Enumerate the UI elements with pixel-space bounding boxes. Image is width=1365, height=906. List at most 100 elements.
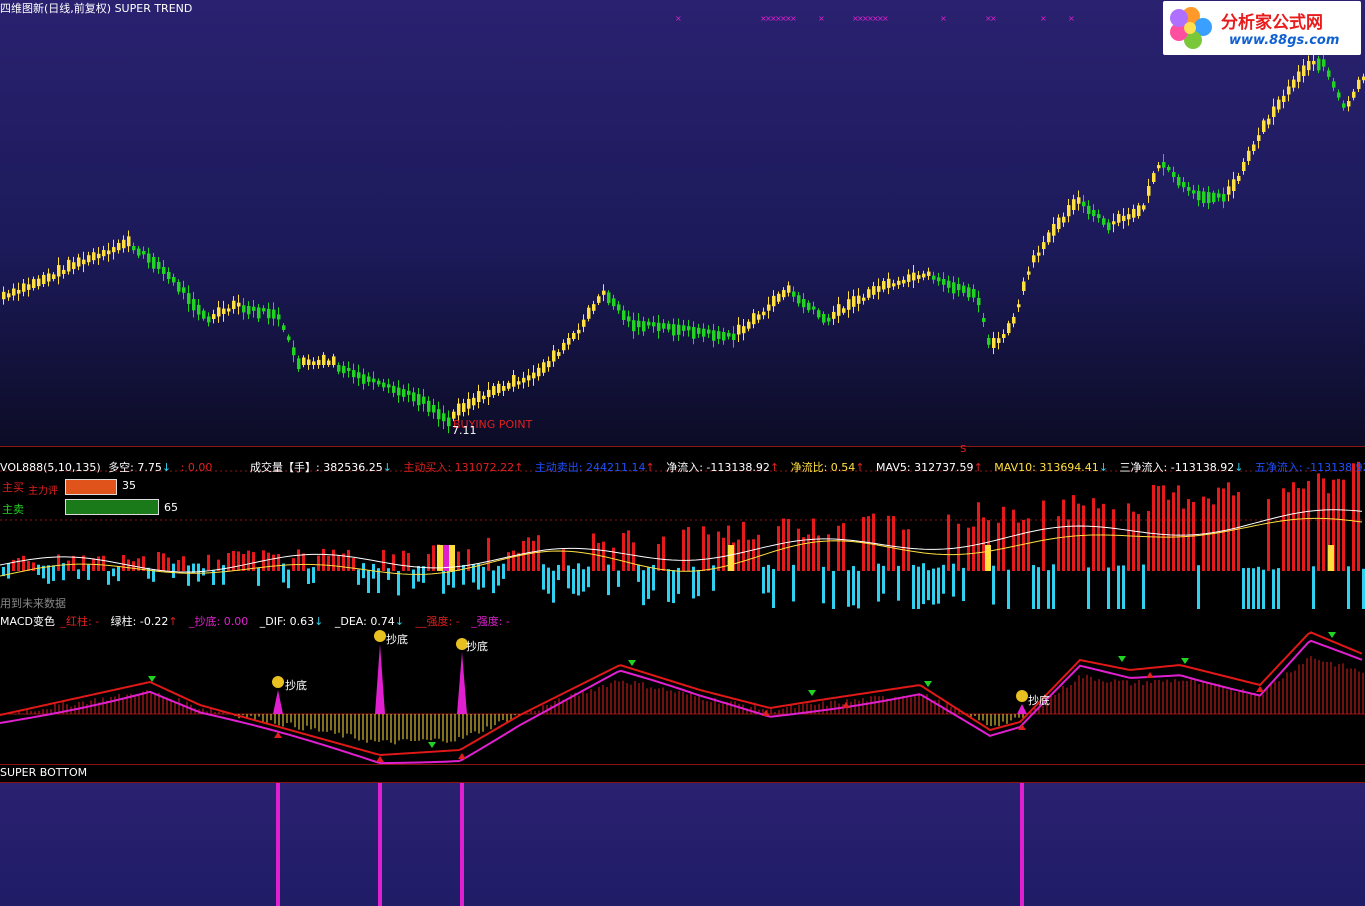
vol-bar — [812, 518, 815, 571]
vol-bar — [1307, 480, 1310, 571]
vol-bar — [7, 563, 10, 579]
vol-bar — [742, 521, 745, 571]
candle — [1097, 214, 1101, 218]
vol-bar — [1312, 566, 1315, 609]
volume-panel: VOL888(5,10,135) 多空: 7.75↓ : 0.00 成交量【手】… — [0, 457, 1365, 609]
candle — [692, 327, 696, 339]
candle — [37, 278, 41, 287]
candle — [327, 360, 331, 365]
candle — [447, 417, 451, 427]
vol-bar — [97, 556, 100, 571]
candle — [562, 342, 566, 351]
vol-bar — [272, 554, 275, 571]
vol-bar — [337, 555, 340, 571]
candle — [697, 327, 701, 334]
candle — [1177, 177, 1181, 186]
candle — [532, 372, 536, 379]
dea-value: _DEA: 0.74 — [334, 615, 395, 628]
vol-bar — [77, 569, 80, 579]
volume-value: 成交量【手】: 382536.25 — [250, 461, 383, 474]
vol-bar — [242, 554, 245, 571]
vol-bar — [767, 564, 770, 593]
macd-header: MACD变色 _红柱: - 绿柱: -0.22↑ _抄底: 0.00 _DIF:… — [0, 615, 510, 628]
vol-bar — [1232, 495, 1235, 571]
candle — [1267, 118, 1271, 125]
vol-bar — [442, 570, 445, 594]
vol-bar — [1237, 491, 1240, 571]
candle — [817, 310, 821, 318]
candle — [77, 257, 81, 267]
vol-bar — [1352, 463, 1355, 571]
vol-bar — [357, 569, 360, 585]
vol-bar — [1127, 503, 1130, 571]
candle — [497, 383, 501, 393]
vol-bar — [897, 565, 900, 601]
vol-bar — [627, 530, 630, 571]
vol-highlight — [437, 545, 443, 571]
vol-bar — [327, 555, 330, 571]
vol-bar — [1282, 488, 1285, 571]
vol-bar — [1212, 504, 1215, 571]
candle — [147, 253, 151, 263]
candle — [637, 320, 641, 328]
vol-bar — [597, 542, 600, 571]
vol-bar — [72, 555, 75, 571]
vol-bar — [497, 565, 500, 586]
candle — [1087, 205, 1091, 214]
vol-bar — [12, 559, 15, 571]
candle — [382, 382, 386, 388]
candle — [642, 321, 646, 332]
candle — [1187, 187, 1191, 191]
candle — [867, 289, 871, 298]
candle — [662, 323, 666, 329]
candle — [1127, 214, 1131, 220]
candle — [737, 324, 741, 335]
vol-bar — [22, 555, 25, 571]
vol-bar — [367, 570, 370, 593]
candle — [682, 325, 686, 331]
vol-bar — [992, 565, 995, 605]
vol-bar — [1267, 499, 1270, 571]
candle — [942, 279, 946, 285]
candle — [92, 252, 96, 261]
candle — [1047, 232, 1051, 243]
smiley-icon — [1016, 690, 1028, 702]
vol-bar — [827, 534, 830, 571]
candle — [992, 337, 996, 348]
candle — [1012, 316, 1016, 324]
vol-bar — [632, 542, 635, 571]
candle — [982, 318, 986, 322]
down-arrow-icon — [1181, 658, 1189, 664]
buy-label-extra: 主力评 — [28, 486, 58, 497]
candle — [152, 257, 156, 269]
vol-bar — [1017, 522, 1020, 571]
vol-bar — [172, 563, 175, 578]
candle — [167, 272, 171, 280]
candle — [117, 242, 121, 251]
vol-bar — [452, 569, 455, 588]
candle — [607, 292, 611, 304]
s-marker: S — [960, 444, 967, 455]
top-marker: × — [790, 14, 797, 23]
candle — [207, 316, 211, 323]
vol-bar — [1302, 488, 1305, 571]
vol-bar — [1197, 565, 1200, 609]
vol-bar — [1037, 567, 1040, 609]
candle — [667, 323, 671, 330]
candle — [952, 282, 956, 294]
candle — [252, 306, 256, 311]
candle — [1122, 215, 1126, 221]
vol-bar — [1117, 565, 1120, 609]
candle — [1347, 101, 1351, 107]
candle — [1162, 162, 1166, 168]
candle — [777, 293, 781, 302]
vol-bar — [982, 517, 985, 571]
candle — [472, 397, 476, 406]
candle — [1007, 323, 1011, 333]
vol-bar — [402, 550, 405, 571]
candle — [1337, 92, 1341, 98]
vol-bar — [17, 558, 20, 571]
candle — [1282, 95, 1286, 102]
vol-bar — [267, 552, 270, 571]
three-net: 三净流入: -113138.92 — [1119, 461, 1235, 474]
